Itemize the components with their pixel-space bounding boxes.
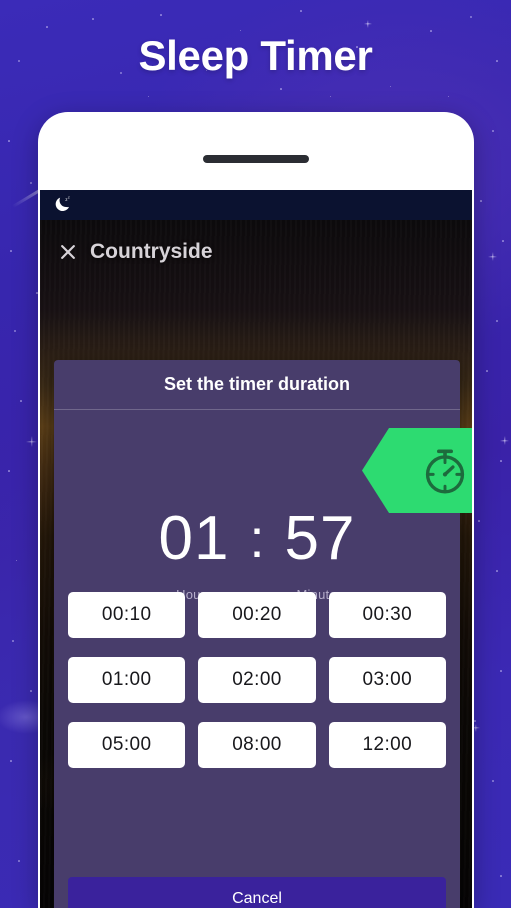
promo-title: Sleep Timer	[138, 32, 373, 79]
star-icon	[14, 330, 16, 332]
dialog-title: Set the timer duration	[54, 360, 460, 410]
close-icon[interactable]	[58, 242, 78, 262]
star-icon	[160, 14, 162, 16]
star-icon	[30, 690, 32, 692]
sparkle-star-icon	[500, 436, 509, 445]
minutes-value[interactable]: 57	[285, 508, 356, 570]
stopwatch-badge	[362, 428, 472, 513]
star-icon	[30, 182, 32, 184]
star-icon	[492, 130, 494, 132]
preset-button[interactable]: 03:00	[328, 657, 446, 703]
sparkle-star-icon	[488, 252, 497, 261]
star-icon	[10, 760, 12, 762]
preset-grid: 00:10 00:20 00:30 01:00 02:00 03:00 05:0…	[54, 592, 460, 768]
sparkle-star-icon	[26, 436, 37, 447]
star-icon	[16, 560, 18, 562]
sparkle-star-icon	[364, 20, 372, 28]
status-bar: z z	[40, 190, 472, 220]
preset-button[interactable]: 12:00	[328, 722, 446, 768]
star-icon	[46, 26, 48, 28]
now-playing-row[interactable]: Countryside	[40, 240, 472, 264]
preset-button[interactable]: 00:30	[328, 592, 446, 638]
star-icon	[330, 96, 332, 98]
star-icon	[502, 240, 504, 242]
phone-mockup: z z Countryside Set the timer duration 0…	[38, 112, 474, 908]
phone-speaker	[203, 155, 309, 163]
promo-background: Sleep Timer z z Countryside Set the time…	[0, 0, 511, 908]
star-icon	[8, 470, 10, 472]
star-icon	[92, 18, 94, 20]
star-icon	[448, 96, 450, 98]
moon-zzz-icon: z z	[52, 194, 74, 216]
star-icon	[18, 860, 20, 862]
star-icon	[148, 96, 150, 98]
preset-button[interactable]: 02:00	[198, 657, 316, 703]
dialog-actions: Cancel Start timer	[54, 877, 460, 908]
star-icon	[496, 320, 498, 322]
star-icon	[474, 720, 476, 722]
star-icon	[486, 370, 488, 372]
star-icon	[390, 86, 392, 88]
stopwatch-icon	[418, 444, 472, 498]
star-icon	[480, 200, 482, 202]
star-icon	[280, 88, 282, 90]
hours-value[interactable]: 01	[159, 508, 230, 570]
star-icon	[496, 570, 498, 572]
preset-button[interactable]: 00:20	[198, 592, 316, 638]
star-icon	[8, 140, 10, 142]
phone-screen: z z Countryside Set the timer duration 0…	[40, 190, 472, 908]
svg-text:z: z	[68, 196, 70, 200]
star-icon	[492, 780, 494, 782]
hours-column[interactable]: 01 Hours	[159, 508, 230, 603]
star-icon	[478, 520, 480, 522]
time-display[interactable]: 01 Hours : 57 Minutes	[54, 508, 460, 603]
star-icon	[500, 875, 502, 877]
preset-button[interactable]: 00:10	[68, 592, 186, 638]
minutes-column[interactable]: 57 Minutes	[285, 508, 356, 603]
preset-button[interactable]: 05:00	[68, 722, 186, 768]
preset-button[interactable]: 01:00	[68, 657, 186, 703]
star-icon	[300, 10, 302, 12]
time-separator: :	[249, 509, 265, 569]
star-icon	[500, 670, 502, 672]
star-icon	[10, 250, 12, 252]
star-icon	[20, 400, 22, 402]
timer-dialog: Set the timer duration 01 Hours: 57 Min…	[54, 360, 472, 908]
star-icon	[470, 16, 472, 18]
cancel-button[interactable]: Cancel	[68, 877, 446, 908]
star-icon	[500, 460, 502, 462]
star-icon	[12, 640, 14, 642]
preset-button[interactable]: 08:00	[198, 722, 316, 768]
now-playing-title: Countryside	[90, 240, 213, 263]
